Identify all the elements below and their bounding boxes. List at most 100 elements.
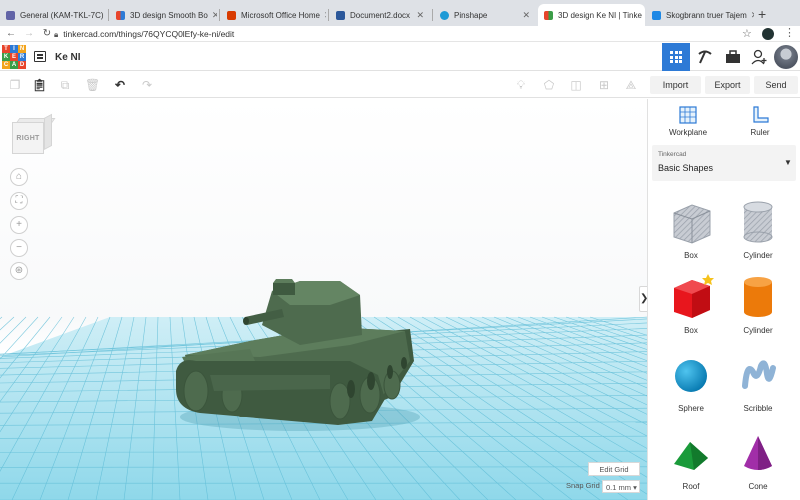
library-category: Tinkercad xyxy=(658,151,687,158)
browser-tab-active[interactable]: 3D design Ke NI | Tinke ✕ xyxy=(538,4,645,26)
zoom-in-icon[interactable]: + xyxy=(10,216,28,234)
view-cube-face[interactable]: RIGHT xyxy=(12,122,44,154)
logo-letter: A xyxy=(10,61,18,69)
profile-icon[interactable] xyxy=(762,28,774,40)
user-avatar[interactable] xyxy=(774,45,798,69)
sphere-icon xyxy=(675,360,707,392)
reload-icon[interactable]: ↻ xyxy=(40,28,54,39)
tab-label: Pinshape xyxy=(454,10,488,20)
3d-view-button[interactable] xyxy=(662,43,690,71)
bookmark-star-icon[interactable]: ☆ xyxy=(742,27,752,40)
design-title[interactable]: Ke NI xyxy=(55,52,81,63)
browser-tab[interactable]: Pinshape ✕ xyxy=(434,4,536,26)
close-icon[interactable]: ✕ xyxy=(518,10,530,21)
tab-label: 3D design Smooth Bo xyxy=(130,10,208,20)
build-button[interactable] xyxy=(691,43,719,71)
close-icon[interactable]: ✕ xyxy=(320,10,326,21)
pinshape-icon xyxy=(440,10,449,20)
shape-box-hole[interactable]: Box xyxy=(656,199,726,260)
light-bulb-icon[interactable]: 💡︎ xyxy=(514,78,528,92)
logo-letter: N xyxy=(18,45,26,53)
note-icon[interactable]: ⬠ xyxy=(542,78,556,92)
logo-letter: T xyxy=(2,45,10,53)
browser-tab[interactable]: Microsoft Office Home ✕ xyxy=(221,4,326,26)
shape-label: Box xyxy=(684,326,698,335)
3d-viewport[interactable]: RIGHT ⌂ ⛶ + − ⊛ ❯ Edit Grid Snap Grid 0.… xyxy=(0,99,647,500)
box-icon xyxy=(674,274,714,318)
back-arrow-icon[interactable]: ← xyxy=(4,28,18,39)
cone-icon xyxy=(744,436,772,470)
tinkercad-logo[interactable]: TINKERCAD xyxy=(2,45,26,69)
roof-icon xyxy=(674,442,708,470)
shape-cylinder-hole[interactable]: Cylinder xyxy=(723,199,793,260)
pickaxe-icon xyxy=(698,50,712,64)
shape-cone[interactable]: Cone xyxy=(723,430,793,491)
snap-grid-select[interactable]: 0.1 mm ▾ xyxy=(602,480,640,493)
add-user-button[interactable] xyxy=(746,43,774,71)
view-cube[interactable]: RIGHT xyxy=(12,113,56,156)
tab-label: Microsoft Office Home xyxy=(241,10,320,20)
tinkercad-icon xyxy=(544,10,553,20)
close-icon[interactable]: ✕ xyxy=(747,10,754,21)
browser-menu-icon[interactable]: ⋮ xyxy=(784,26,795,39)
edit-grid-button[interactable]: Edit Grid xyxy=(588,462,640,476)
close-icon[interactable]: ✕ xyxy=(412,10,424,21)
workplane-tool[interactable]: Workplane xyxy=(658,104,718,137)
copy-icon[interactable]: ❐ xyxy=(8,78,22,92)
undo-icon[interactable]: ↶ xyxy=(113,78,127,92)
ruler-icon xyxy=(753,106,769,123)
dropdown-caret-icon: ▼ xyxy=(784,158,792,167)
url-field[interactable]: 🔒︎ tinkercad.com/things/76QYCQ0lEfy-ke-ni… xyxy=(54,26,734,42)
shape-label: Cylinder xyxy=(743,326,773,335)
browser-tab[interactable]: General (KAM-TKL-7C) ✕ xyxy=(0,4,105,26)
cylinder-icon xyxy=(744,277,772,317)
home-view-icon[interactable]: ⌂ xyxy=(10,168,28,186)
paste-icon[interactable]: 📋︎ xyxy=(32,78,47,92)
browser-tab[interactable]: 3D design Smooth Bo ✕ xyxy=(110,4,217,26)
tank-model[interactable] xyxy=(0,99,647,500)
import-button[interactable]: Import xyxy=(650,75,701,94)
shape-label: Sphere xyxy=(678,404,704,413)
group-icon[interactable]: ◫ xyxy=(569,78,583,92)
news-icon xyxy=(652,10,661,20)
forward-arrow-icon[interactable]: → xyxy=(22,28,36,39)
add-user-icon xyxy=(751,49,767,65)
align-icon[interactable]: ⊞ xyxy=(597,78,611,92)
shape-label: Cylinder xyxy=(743,251,773,260)
teams-icon xyxy=(6,10,15,20)
close-icon[interactable]: ✕ xyxy=(208,10,217,21)
shape-scribble[interactable]: Scribble xyxy=(723,352,793,413)
shape-label: Roof xyxy=(682,482,700,491)
panel-toggle-handle[interactable]: ❯ xyxy=(639,286,647,312)
shape-box[interactable]: Box xyxy=(656,274,726,335)
shape-roof[interactable]: Roof xyxy=(656,430,726,491)
snap-grid-label: Snap Grid xyxy=(566,481,600,490)
duplicate-icon[interactable]: ⧉ xyxy=(58,78,72,92)
scribble-icon xyxy=(742,360,776,389)
export-button[interactable]: Export xyxy=(705,75,750,94)
fit-view-icon[interactable]: ⛶ xyxy=(10,192,28,210)
browser-tab[interactable]: Skogbrann truer Tajem ✕ xyxy=(646,4,754,26)
shape-label: Scribble xyxy=(743,404,773,413)
word-icon xyxy=(336,10,345,20)
shape-cylinder[interactable]: Cylinder xyxy=(723,274,793,335)
zoom-out-icon[interactable]: − xyxy=(10,239,28,257)
ruler-tool[interactable]: Ruler xyxy=(730,104,790,137)
shape-sphere[interactable]: Sphere xyxy=(656,352,726,413)
close-icon[interactable]: ✕ xyxy=(104,10,105,21)
tinkercad-icon xyxy=(116,10,125,20)
design-menu-icon[interactable] xyxy=(34,51,46,62)
shape-library-select[interactable]: Tinkercad Basic Shapes ▼ xyxy=(652,145,796,181)
delete-icon[interactable]: 🗑︎ xyxy=(85,78,100,92)
lesson-plans-button[interactable] xyxy=(719,43,747,71)
close-icon[interactable]: ✕ xyxy=(642,10,645,21)
mirror-icon[interactable]: ⟁ xyxy=(624,78,638,92)
redo-icon[interactable]: ↷ xyxy=(140,78,154,92)
edit-toolbar: ❐ 📋︎ ⧉ 🗑︎ ↶ ↷ 💡︎ ⬠ ◫ ⊞ ⟁ xyxy=(0,72,647,98)
send-to-button[interactable]: Send To xyxy=(754,75,798,108)
perspective-icon[interactable]: ⊛ xyxy=(10,262,28,280)
logo-letter: R xyxy=(18,53,26,61)
new-tab-button[interactable]: + xyxy=(758,6,766,22)
library-name: Basic Shapes xyxy=(658,163,714,173)
browser-tab[interactable]: Document2.docx ✕ xyxy=(330,4,430,26)
